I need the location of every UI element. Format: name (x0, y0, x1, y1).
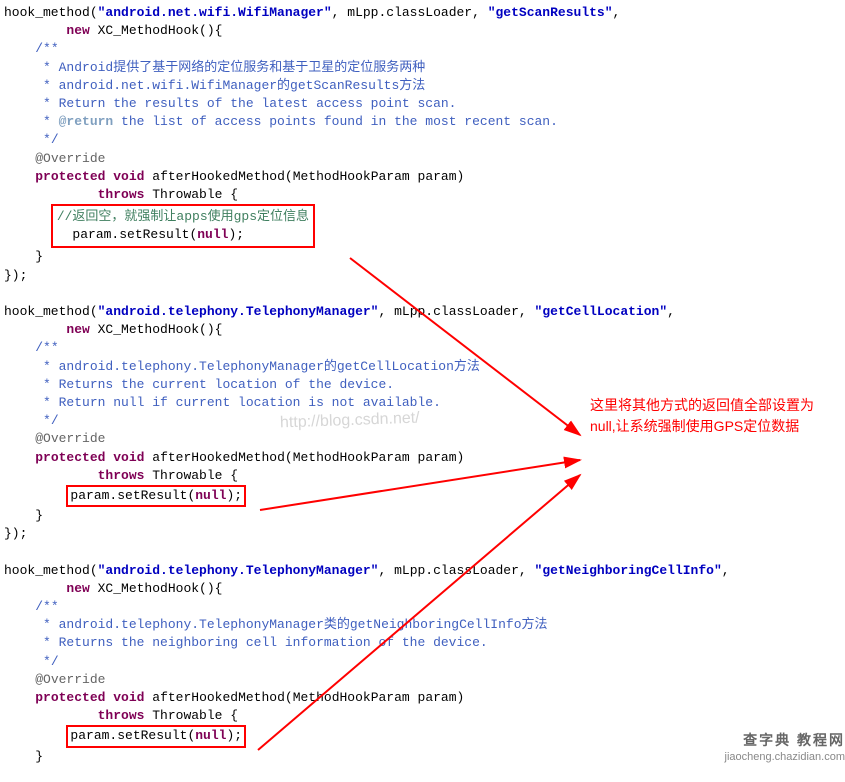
keyword-throws: throws (98, 708, 145, 723)
javadoc: */ (35, 654, 58, 669)
statement-end: ); (226, 728, 242, 743)
javadoc: */ (35, 413, 58, 428)
javadoc: the list of access points found in the m… (113, 114, 558, 129)
keyword-void: void (113, 690, 144, 705)
javadoc: * Returns the neighboring cell informati… (35, 635, 487, 650)
keyword-protected: protected (35, 169, 105, 184)
fn-call: hook_method( (4, 5, 98, 20)
statement-end: ); (226, 488, 242, 503)
throws-type: Throwable { (144, 187, 238, 202)
annotation-line2: null,让系统强制使用GPS定位数据 (590, 418, 799, 434)
highlighted-box: param.setResult(null); (66, 725, 246, 747)
string-literal: "android.telephony.TelephonyManager" (98, 304, 379, 319)
javadoc: * android.net.wifi.WifiManager的getScanRe… (35, 78, 425, 93)
line-comment: //返回空，就强制让apps使用gps定位信息 (57, 209, 309, 224)
keyword-void: void (113, 169, 144, 184)
javadoc: * Return the results of the latest acces… (35, 96, 456, 111)
footer-url: jiaocheng.chazidian.com (725, 751, 845, 763)
args-sep: , mLpp.classLoader, (378, 304, 534, 319)
string-literal: "android.net.wifi.WifiManager" (98, 5, 332, 20)
comma: , (722, 563, 730, 578)
brace-close: }); (4, 268, 27, 283)
string-literal: "android.telephony.TelephonyManager" (98, 563, 379, 578)
fn-call: hook_method( (4, 563, 98, 578)
args-sep: , mLpp.classLoader, (332, 5, 488, 20)
annotation-callout: 这里将其他方式的返回值全部设置为 null,让系统强制使用GPS定位数据 (590, 395, 830, 437)
string-literal: "getScanResults" (488, 5, 613, 20)
class-name: XC_MethodHook(){ (90, 581, 223, 596)
source-attribution: 查字典 教程网 jiaocheng.chazidian.com (725, 731, 845, 766)
fn-call: hook_method( (4, 304, 98, 319)
javadoc: * (35, 114, 58, 129)
keyword-void: void (113, 450, 144, 465)
javadoc: /** (35, 41, 58, 56)
brace-close: } (4, 749, 43, 764)
javadoc: /** (35, 340, 58, 355)
javadoc: /** (35, 599, 58, 614)
annotation: @Override (35, 672, 105, 687)
brace-close: } (4, 508, 43, 523)
throws-type: Throwable { (144, 708, 238, 723)
highlighted-box: param.setResult(null); (66, 485, 246, 507)
annotation: @Override (35, 151, 105, 166)
statement-end: ); (228, 227, 244, 242)
keyword-throws: throws (98, 187, 145, 202)
code-block: hook_method("android.net.wifi.WifiManage… (4, 4, 845, 766)
throws-type: Throwable { (144, 468, 238, 483)
class-name: XC_MethodHook(){ (90, 322, 223, 337)
javadoc: * Android提供了基于网络的定位服务和基于卫星的定位服务两种 (35, 60, 425, 75)
statement: param.setResult( (72, 227, 197, 242)
javadoc: * Returns the current location of the de… (35, 377, 394, 392)
keyword-protected: protected (35, 450, 105, 465)
footer-title: 查字典 教程网 (743, 732, 845, 748)
brace-close: }); (4, 526, 27, 541)
comma: , (613, 5, 621, 20)
keyword-new: new (66, 322, 89, 337)
javadoc: * android.telephony.TelephonyManager的get… (35, 359, 480, 374)
statement: param.setResult( (70, 488, 195, 503)
javadoc: */ (35, 132, 58, 147)
brace-close: } (4, 249, 43, 264)
class-name: XC_MethodHook(){ (90, 23, 223, 38)
string-literal: "getNeighboringCellInfo" (535, 563, 722, 578)
comma: , (667, 304, 675, 319)
keyword-protected: protected (35, 690, 105, 705)
args-sep: , mLpp.classLoader, (378, 563, 534, 578)
annotation: @Override (35, 431, 105, 446)
keyword-null: null (197, 227, 228, 242)
method-sig: afterHookedMethod(MethodHookParam param) (144, 690, 464, 705)
keyword-throws: throws (98, 468, 145, 483)
method-sig: afterHookedMethod(MethodHookParam param) (144, 169, 464, 184)
javadoc-tag: @return (59, 114, 114, 129)
javadoc: * Return null if current location is not… (35, 395, 441, 410)
annotation-line1: 这里将其他方式的返回值全部设置为 (590, 397, 814, 413)
statement: param.setResult( (70, 728, 195, 743)
keyword-new: new (66, 23, 89, 38)
string-literal: "getCellLocation" (535, 304, 668, 319)
method-sig: afterHookedMethod(MethodHookParam param) (144, 450, 464, 465)
highlighted-box: //返回空，就强制让apps使用gps定位信息 param.setResult(… (51, 204, 315, 248)
keyword-null: null (195, 488, 226, 503)
javadoc: * android.telephony.TelephonyManager类的ge… (35, 617, 547, 632)
keyword-new: new (66, 581, 89, 596)
keyword-null: null (195, 728, 226, 743)
